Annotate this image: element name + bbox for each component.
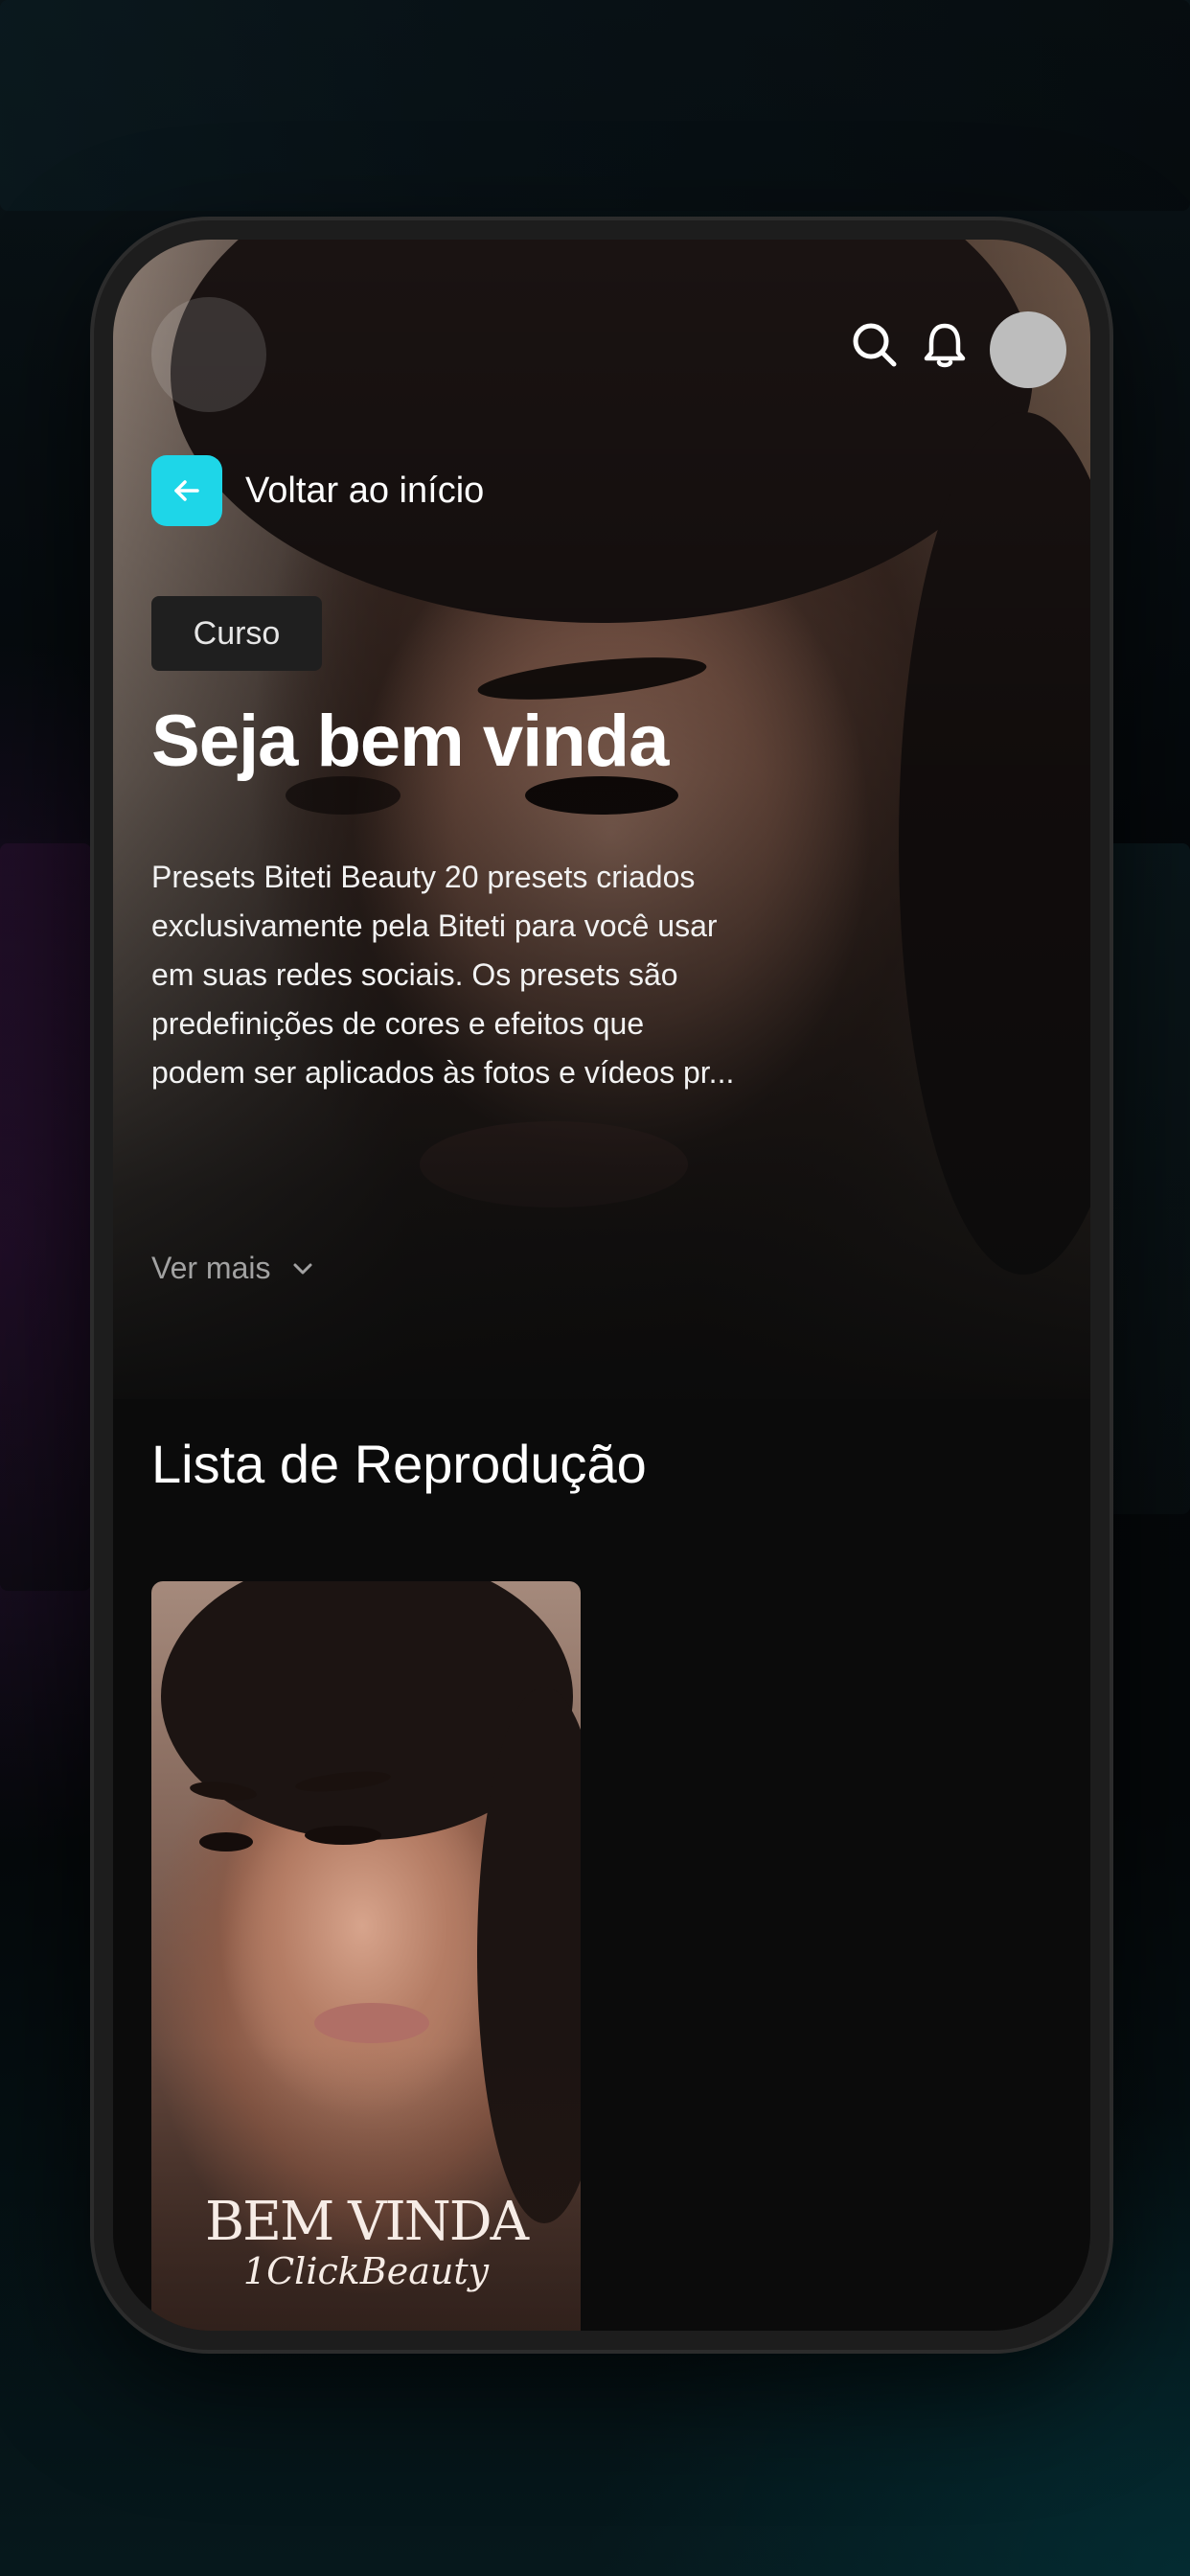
back-button[interactable]: [151, 455, 222, 526]
background-tile-left: [0, 843, 91, 1591]
phone-frame: Voltar ao início Curso Seja bem vinda Pr…: [94, 220, 1110, 2350]
search-icon[interactable]: [846, 316, 904, 374]
chevron-down-icon: [293, 1263, 312, 1274]
app-screen: Voltar ao início Curso Seja bem vinda Pr…: [113, 240, 1090, 2331]
page-title: Seja bem vinda: [151, 701, 669, 782]
see-more-label[interactable]: Ver mais: [151, 1251, 270, 1286]
card-overlay-subtitle: 1ClickBeauty: [242, 2250, 490, 2292]
bell-icon[interactable]: [916, 316, 973, 374]
background-tile-top: [0, 0, 1190, 211]
arrow-left-icon: [174, 480, 199, 501]
back-label[interactable]: Voltar ao início: [245, 471, 484, 512]
profile-avatar[interactable]: [990, 311, 1066, 388]
playlist-title: Lista de Reprodução: [151, 1434, 647, 1494]
card-overlay-title: BEM VINDA: [204, 2191, 529, 2253]
back-to-home-link[interactable]: Voltar ao início: [151, 455, 484, 526]
course-description: Presets Biteti Beauty 20 presets criados…: [151, 860, 735, 1090]
background-tile-right: [1102, 843, 1190, 1514]
hero-gradient: [113, 240, 1090, 1428]
see-more-button[interactable]: Ver mais: [151, 1251, 314, 1286]
playlist-item-card[interactable]: BEM VINDA 1ClickBeauty: [151, 1581, 581, 2331]
logo-placeholder: [151, 297, 266, 412]
course-badge: Curso: [151, 596, 322, 671]
